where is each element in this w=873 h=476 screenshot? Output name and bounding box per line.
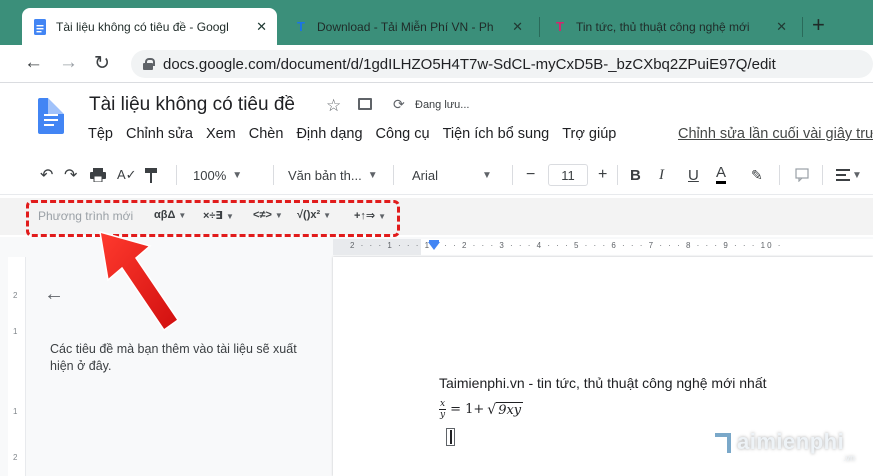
square-root: √ 9xy [487, 401, 524, 418]
chevron-down-icon: ▼ [482, 169, 492, 181]
left-indent-handle[interactable] [428, 242, 440, 250]
docs-header: Tài liệu không có tiêu đề ☆ ⟳ Đang lưu..… [0, 84, 873, 152]
menu-file[interactable]: Tệp [88, 126, 113, 142]
menu-insert[interactable]: Chèn [249, 126, 284, 142]
close-icon[interactable]: ✕ [512, 19, 523, 35]
new-tab-button[interactable]: + [812, 12, 825, 38]
taimienphi-icon: T [556, 19, 564, 34]
menu-addons[interactable]: Tiện ích bổ sung [443, 126, 550, 142]
italic-button[interactable]: I [659, 163, 664, 187]
vertical-ruler: 2 1 1 2 [8, 257, 26, 476]
tab-separator [802, 17, 803, 37]
reload-icon[interactable]: ↻ [94, 52, 110, 75]
tab-title: Tin tức, thủ thuật công nghệ mới [576, 19, 750, 34]
toolbar-divider [617, 165, 618, 185]
taimienphi-watermark: aimienphi .vn [707, 427, 855, 463]
chevron-down-icon: ▼ [367, 169, 378, 181]
url-text: docs.google.com/document/d/1gdILHZO5H4T7… [163, 55, 776, 73]
close-icon[interactable]: ✕ [776, 19, 787, 35]
comment-icon[interactable] [795, 163, 809, 187]
menu-help[interactable]: Trợ giúp [562, 126, 616, 142]
save-status: Đang lưu... [415, 99, 470, 111]
last-edit-link[interactable]: Chỉnh sửa lần cuối vài giây trư [678, 126, 873, 142]
vruler-mark: 2 [13, 291, 18, 300]
browser-tab-strip: Tài liệu không có tiêu đề - Googl ✕ T Do… [0, 0, 873, 45]
menu-bar: Tệp Chỉnh sửa Xem Chèn Định dạng Công cụ… [88, 126, 629, 142]
annotation-highlight-box [26, 200, 400, 237]
paragraph-style-select[interactable]: Văn bản th... ▼ [288, 163, 378, 187]
equation-middle: = 1+ [450, 402, 485, 417]
font-value: Arial [412, 167, 439, 183]
tab-title: Tài liệu không có tiêu đề - Googl [56, 19, 229, 34]
spellcheck-icon[interactable]: A✓ [117, 163, 137, 187]
ruler-labels: 2 · · · 1 · · · 1 · · · 2 · · · 3 · · · … [350, 241, 783, 250]
underline-button[interactable]: U [688, 163, 699, 187]
vruler-mark: 1 [13, 407, 18, 416]
toolbar-divider [176, 165, 177, 185]
cloud-sync-icon: ⟳ [393, 96, 405, 112]
paint-format-icon[interactable] [145, 163, 157, 187]
document-text-line[interactable]: Taimienphi.vn - tin tức, thủ thuật công … [439, 375, 767, 391]
star-icon[interactable]: ☆ [326, 96, 341, 116]
tab-download[interactable]: T Download - Tải Miễn Phí VN - Ph ✕ [283, 8, 533, 45]
watermark-suffix: .vn [843, 453, 856, 463]
fraction-denominator: y [439, 410, 446, 420]
horizontal-ruler: 2 · · · 1 · · · 1 · · · 2 · · · 3 · · · … [0, 237, 873, 257]
zoom-select[interactable]: 100% ▼ [193, 163, 242, 187]
lock-icon [143, 58, 155, 70]
fraction: x y [439, 399, 447, 420]
forward-arrow-icon[interactable]: → [59, 52, 78, 74]
font-select[interactable]: Arial ▼ [412, 163, 492, 187]
toolbar-divider [512, 165, 513, 185]
document-title[interactable]: Tài liệu không có tiêu đề [89, 94, 295, 116]
taimienphi-icon: T [297, 19, 305, 34]
outline-empty-hint: Các tiêu đề mà bạn thêm vào tài liệu sẽ … [50, 342, 297, 373]
docs-logo-icon[interactable] [38, 98, 64, 134]
equation[interactable]: x y = 1+ √ 9xy [439, 399, 524, 420]
text-color-button[interactable]: A [716, 163, 727, 184]
address-bar[interactable]: docs.google.com/document/d/1gdILHZO5H4T7… [131, 50, 873, 78]
docs-icon [32, 18, 48, 35]
browser-toolbar: ← → ↻ docs.google.com/document/d/1gdILHZ… [0, 45, 873, 83]
redo-icon[interactable]: ↷ [64, 163, 77, 187]
fraction-numerator: x [439, 399, 447, 410]
style-value: Văn bản th... [288, 167, 362, 183]
radical-sign-icon: √ [487, 401, 497, 418]
menu-tools[interactable]: Công cụ [376, 126, 430, 142]
align-left-icon[interactable]: ▼ [836, 163, 862, 187]
menu-view[interactable]: Xem [206, 126, 236, 142]
radicand: 9xy [496, 401, 524, 418]
zoom-value: 100% [193, 167, 227, 183]
font-size-input[interactable]: 11 [548, 164, 588, 186]
menu-format[interactable]: Định dạng [296, 126, 362, 142]
taimienphi-logo-icon [707, 427, 735, 455]
tab-separator [539, 17, 540, 37]
chevron-down-icon: ▼ [852, 169, 862, 181]
close-outline-arrow-icon[interactable]: ← [44, 283, 64, 306]
chevron-down-icon: ▼ [232, 169, 243, 181]
formatting-toolbar: ↶ ↷ A✓ 100% ▼ Văn bản th... ▼ Arial ▼ − 11 … [0, 155, 873, 195]
menu-edit[interactable]: Chỉnh sửa [126, 126, 193, 142]
toolbar-divider [273, 165, 274, 185]
toolbar-divider [393, 165, 394, 185]
vruler-mark: 2 [13, 453, 18, 462]
print-icon[interactable] [90, 163, 106, 187]
toolbar-divider [779, 165, 780, 185]
highlight-pen-icon[interactable]: ✎ [751, 163, 763, 187]
vruler-mark: 1 [13, 327, 18, 336]
watermark-text: aimienphi [737, 429, 845, 454]
text-cursor [450, 430, 452, 444]
tab-news[interactable]: T Tin tức, thủ thuật công nghệ mới ✕ [542, 8, 797, 45]
tab-docs[interactable]: Tài liệu không có tiêu đề - Googl ✕ [22, 8, 277, 45]
increase-font-size-button[interactable]: + [598, 163, 607, 187]
back-arrow-icon[interactable]: ← [24, 52, 43, 74]
move-folder-icon[interactable] [358, 98, 372, 110]
close-icon[interactable]: ✕ [256, 19, 267, 35]
decrease-font-size-button[interactable]: − [526, 163, 535, 187]
toolbar-divider [822, 165, 823, 185]
tab-title: Download - Tải Miễn Phí VN - Ph [317, 19, 494, 34]
undo-icon[interactable]: ↶ [40, 163, 53, 187]
bold-button[interactable]: B [630, 163, 641, 187]
